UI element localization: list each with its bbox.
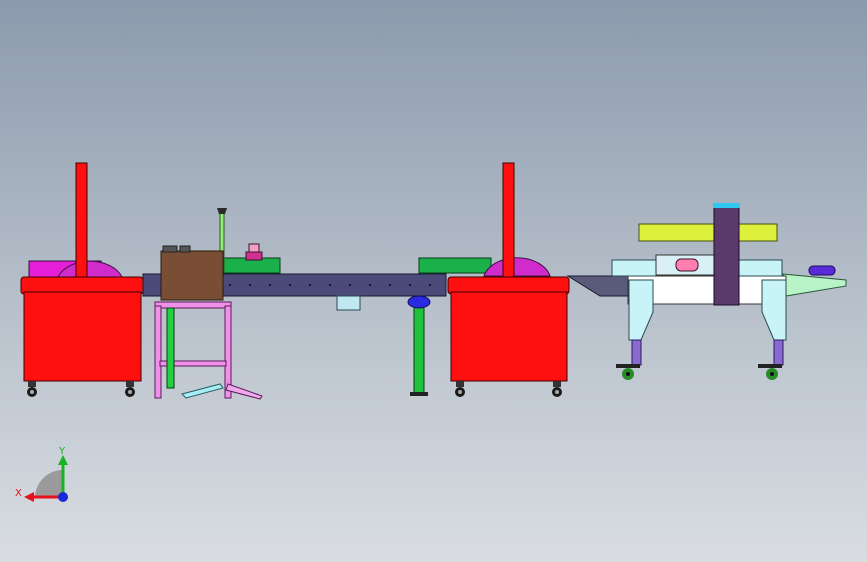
- red-vertical-mast: [75, 162, 88, 279]
- purple-center-column: [713, 204, 740, 306]
- taper-leg-left: [628, 279, 654, 341]
- column-top-cap: [713, 203, 740, 208]
- label-post-clamp: [217, 208, 227, 214]
- brown-label-box: [160, 250, 224, 301]
- red-vertical-mast-center: [502, 162, 515, 279]
- caster-wheel: [616, 364, 640, 380]
- conveyor-green-guard-right: [418, 257, 492, 274]
- red-cabinet-top: [447, 276, 570, 295]
- taper-side-panel: [737, 259, 783, 277]
- conveyor-leg-cap: [407, 295, 431, 309]
- x-axis-arrowhead: [24, 492, 34, 502]
- infeed-roller-table: [566, 275, 631, 297]
- pink-frame: [154, 301, 232, 309]
- taper-foot-right: [773, 339, 784, 366]
- taper-side-panel: [611, 259, 657, 277]
- label-sensor-head: [248, 243, 260, 253]
- red-cabinet-body: [450, 291, 568, 382]
- cad-viewport[interactable]: Y X: [0, 0, 867, 562]
- conveyor-leg-foot: [410, 392, 428, 396]
- taper-leg-right: [761, 279, 787, 341]
- taper-foot-left: [631, 339, 642, 366]
- sealer-machine-left: [20, 162, 144, 397]
- cyan-base-brace: [181, 383, 224, 399]
- outfeed-pusher: [808, 265, 836, 276]
- conveyor-bracket: [336, 295, 361, 311]
- y-axis-label: Y: [58, 446, 66, 457]
- triad-plane-wedge: [35, 470, 63, 497]
- carton-taper: [566, 203, 847, 380]
- label-sensor-stand: [245, 251, 263, 261]
- packaging-line-assembly: Y X: [15, 162, 847, 502]
- red-cabinet-body: [23, 291, 142, 382]
- outfeed-roller-table: [782, 273, 847, 297]
- caster-wheel: [758, 364, 782, 380]
- yellow-top-arm: [638, 223, 778, 242]
- conveyor-support-leg: [413, 299, 425, 394]
- caster-wheel: [552, 381, 562, 397]
- orientation-triad: Y X: [15, 446, 68, 502]
- pink-frame-leg: [154, 305, 162, 399]
- tape-roll-red: [675, 258, 699, 272]
- x-axis-label: X: [15, 488, 22, 499]
- z-axis-dot: [58, 492, 68, 502]
- sealer-machine-center: [447, 276, 570, 397]
- caster-wheel: [455, 381, 465, 397]
- caster-wheel: [125, 381, 135, 397]
- red-cabinet-top: [20, 276, 144, 295]
- green-support-post: [166, 307, 175, 389]
- brown-box-lid: [162, 245, 178, 253]
- labeling-station: [154, 208, 263, 400]
- caster-wheel: [27, 381, 37, 397]
- brown-box-lid: [179, 245, 191, 253]
- magenta-tape-roll-center: [483, 257, 551, 277]
